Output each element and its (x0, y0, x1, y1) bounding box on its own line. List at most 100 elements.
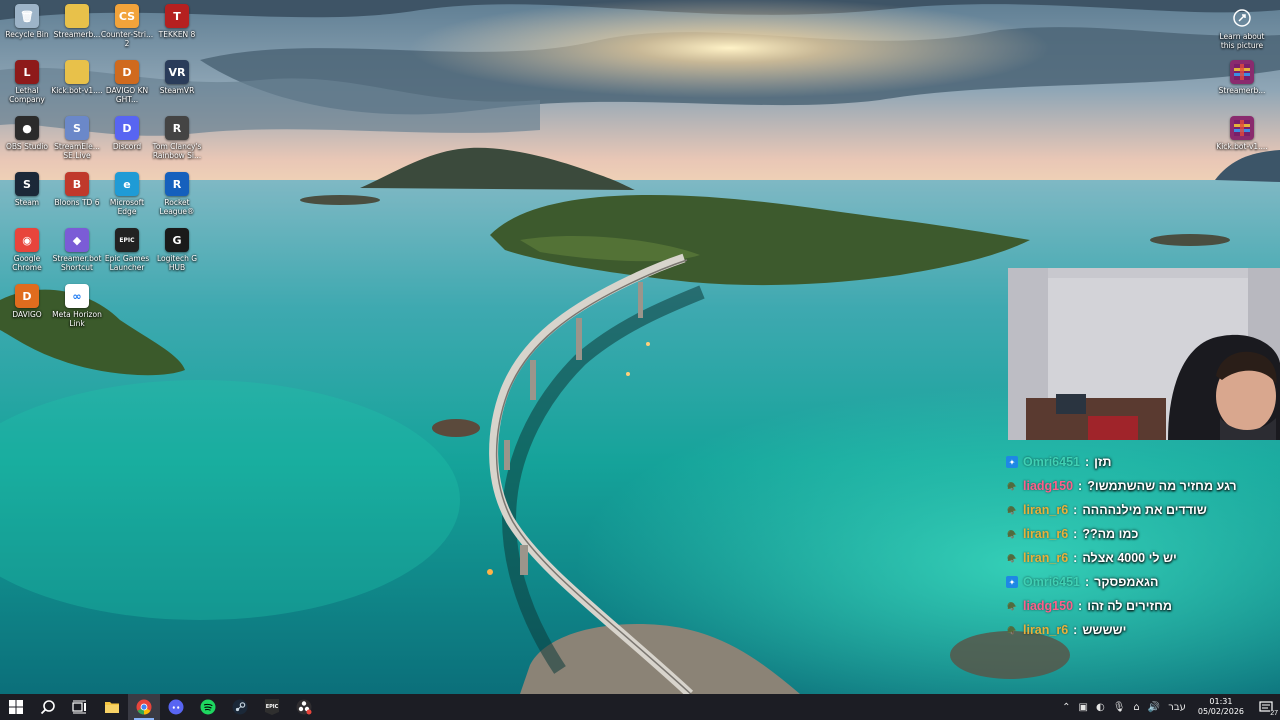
davigo-icon: D (115, 60, 139, 84)
tray-app-icon[interactable]: ◐ (1092, 702, 1109, 713)
streamelements-icon: S (65, 116, 89, 140)
chat-username: liadg150 (1023, 599, 1074, 613)
taskbar-button-epic-games[interactable]: EPIC (256, 694, 288, 720)
language-indicator[interactable]: עבר (1164, 702, 1190, 713)
desktop-shortcut[interactable]: B Bloons TD 6 (50, 172, 104, 207)
camera-info-icon (1230, 6, 1254, 30)
desktop-shortcut[interactable]: Kick.bot-v1.... (50, 60, 104, 95)
streamerbot-archive-shortcut[interactable]: Streamerb... (1212, 60, 1272, 95)
streamerbot-icon: ◆ (65, 228, 89, 252)
desktop-icon-label: Google Chrome (12, 254, 42, 272)
desktop-shortcut[interactable]: G Logitech G HUB (150, 228, 204, 272)
rainbow-six-icon: R (165, 116, 189, 140)
taskbar-button-windows-start[interactable] (0, 694, 32, 720)
chat-username: liran_r6 (1023, 503, 1069, 517)
meta-icon: ∞ (65, 284, 89, 308)
desktop-shortcut[interactable]: VR SteamVR (150, 60, 204, 95)
desktop-icon-label: Counter-Stri... 2 (100, 30, 154, 48)
taskbar-apps: EPIC (0, 694, 320, 720)
desktop-shortcut[interactable]: D DAVIGO KN GHT... (100, 60, 154, 104)
desktop-shortcut[interactable]: S StreamEle... SE.Live (50, 116, 104, 160)
logitech-icon: G (165, 228, 189, 252)
chat-separator: : (1073, 623, 1078, 637)
desktop-shortcut[interactable]: Streamerb... (50, 4, 104, 39)
twitch-badge-icon: ✦ (1006, 456, 1018, 468)
desktop-shortcut[interactable]: R Rocket League® (150, 172, 204, 216)
chat-message: ✦ Omri6451: הגאמפסקר (1006, 570, 1276, 594)
chevron-up-icon[interactable]: ⌃ (1058, 702, 1074, 713)
taskbar-button-obs[interactable] (288, 694, 320, 720)
desktop-icon-label: Streamer.bot Shortcut (52, 254, 102, 272)
desktop-shortcut[interactable]: D Discord (100, 116, 154, 151)
discord-icon (168, 699, 184, 715)
desktop-shortcut[interactable]: 🗑 Recycle Bin (0, 4, 54, 39)
taskbar-button-steam[interactable] (224, 694, 256, 720)
obs-icon: ● (15, 116, 39, 140)
clock[interactable]: 01:31 05/02/2026 (1190, 697, 1252, 717)
epic-games-icon: EPIC (115, 228, 139, 252)
lethal-company-icon: L (15, 60, 39, 84)
system-tray: ⌃ ▣ ◐ 🎙 ⌂ 🔊 עבר 01:31 05/02/2026 27 (1058, 694, 1280, 720)
taskbar-button-file-explorer[interactable] (96, 694, 128, 720)
chat-message: 🪖 liran_r6: כמו מה?? (1006, 522, 1276, 546)
desktop-icon-label: StreamEle... SE.Live (54, 142, 100, 160)
desktop-shortcut[interactable]: ● OBS Studio (0, 116, 54, 151)
desktop-icon-label: SteamVR (159, 86, 195, 95)
desktop-shortcut[interactable]: R Tom Clancy's Rainbow Si... (150, 116, 204, 160)
counter-strike-icon: CS (115, 4, 139, 28)
desktop-shortcut[interactable]: ◆ Streamer.bot Shortcut (50, 228, 104, 272)
kick-badge-icon: 🪖 (1007, 553, 1017, 563)
discord-icon: D (115, 116, 139, 140)
desktop-icon-label: Meta Horizon Link (52, 310, 102, 328)
learn-about-picture-shortcut[interactable]: Learn about this picture (1212, 6, 1272, 50)
desktop-shortcut[interactable]: ∞ Meta Horizon Link (50, 284, 104, 328)
taskbar-button-task-view[interactable] (64, 694, 96, 720)
chat-separator: : (1078, 479, 1083, 493)
steam-icon: S (15, 172, 39, 196)
task-view-icon (72, 700, 88, 714)
taskbar-button-discord[interactable] (160, 694, 192, 720)
desktop-shortcut[interactable]: D DAVIGO (0, 284, 54, 319)
davigo-icon: D (15, 284, 39, 308)
desktop-shortcut[interactable]: CS Counter-Stri... 2 (100, 4, 154, 48)
microphone-icon[interactable]: 🎙 (1109, 702, 1130, 713)
chat-message: 🪖 liran_r6: יש לי 4000 אצלה (1006, 546, 1276, 570)
notification-center-button[interactable]: 27 (1252, 694, 1280, 720)
taskbar: EPIC ⌃ ▣ ◐ 🎙 ⌂ 🔊 עבר 01:31 05/02/2026 27 (0, 694, 1280, 720)
chat-separator: : (1084, 455, 1090, 469)
webcam-overlay (1008, 268, 1280, 440)
desktop-shortcut[interactable]: L Lethal Company (0, 60, 54, 104)
spotify-icon (200, 699, 216, 715)
tekken-icon: T (165, 4, 189, 28)
chat-separator: : (1073, 551, 1078, 565)
folder-icon (65, 4, 89, 28)
kick-badge-icon: 🪖 (1007, 529, 1017, 539)
desktop-shortcut[interactable]: e Microsoft Edge (100, 172, 154, 216)
rocket-league-icon: R (165, 172, 189, 196)
winrar-icon (1230, 116, 1254, 140)
desktop-shortcut[interactable]: S Steam (0, 172, 54, 207)
clock-time: 01:31 (1209, 697, 1233, 706)
obs-icon (296, 699, 312, 715)
desktop-icon-label: Epic Games Launcher (104, 254, 150, 272)
svg-text:EPIC: EPIC (266, 704, 279, 710)
taskbar-button-chrome[interactable] (128, 694, 160, 720)
kick-badge-icon: 🪖 (1007, 625, 1017, 635)
network-icon[interactable]: ⌂ (1129, 702, 1143, 713)
volume-icon[interactable]: 🔊 (1144, 702, 1164, 713)
chat-username: liran_r6 (1023, 623, 1069, 637)
desktop-icon-label: Bloons TD 6 (54, 198, 100, 207)
chat-message: 🪖 liadg150: מחזירים לה זהו (1006, 594, 1276, 618)
kickbot-archive-shortcut[interactable]: Kick.bot-v1.... (1212, 116, 1272, 151)
desktop-icon-label: Tom Clancy's Rainbow Si... (152, 142, 202, 160)
taskbar-button-spotify[interactable] (192, 694, 224, 720)
desktop-shortcut[interactable]: ◉ Google Chrome (0, 228, 54, 272)
desktop-shortcut[interactable]: EPIC Epic Games Launcher (100, 228, 154, 272)
tray-app-icon[interactable]: ▣ (1075, 702, 1092, 713)
epic-games-icon: EPIC (265, 699, 279, 715)
chat-username: Omri6451 (1023, 455, 1080, 469)
desktop-icon-label: Lethal Company (9, 86, 45, 104)
desktop-shortcut[interactable]: T TEKKEN 8 (150, 4, 204, 39)
chat-message: 🪖 liadg150: רגע מחזיר מה שהשתמשו? (1006, 474, 1276, 498)
taskbar-button-search[interactable] (32, 694, 64, 720)
